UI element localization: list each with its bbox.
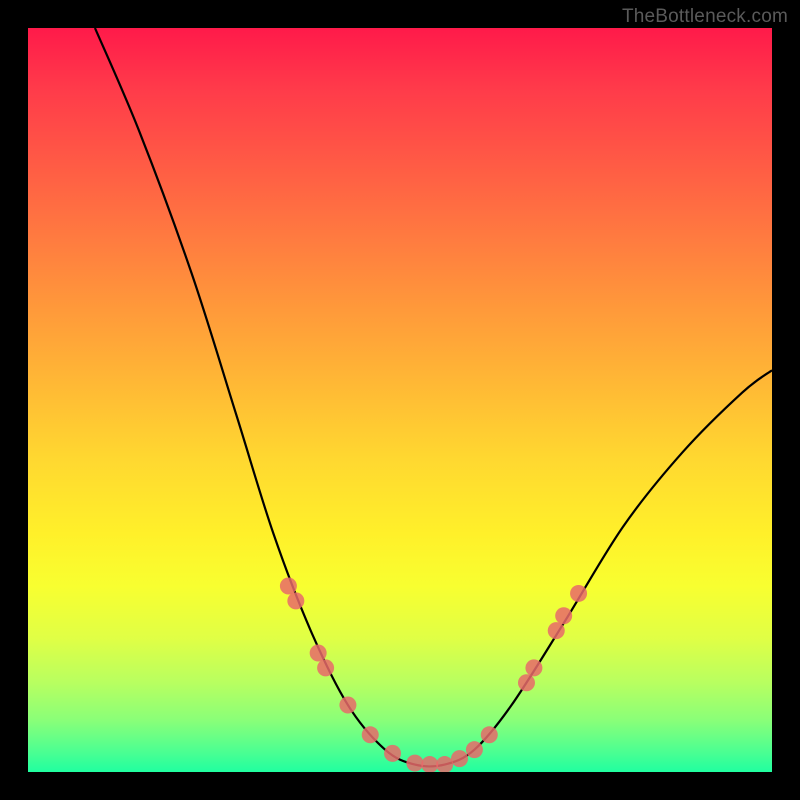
marker-dot — [481, 726, 498, 743]
curve-line — [95, 28, 772, 766]
highlight-markers — [280, 578, 587, 773]
watermark-text: TheBottleneck.com — [622, 6, 788, 28]
plot-gradient-area — [28, 28, 772, 772]
marker-dot — [525, 659, 542, 676]
marker-dot — [555, 607, 572, 624]
chart-container: TheBottleneck.com — [0, 0, 800, 800]
marker-dot — [570, 585, 587, 602]
marker-dot — [466, 741, 483, 758]
marker-dot — [436, 756, 453, 772]
marker-dot — [339, 697, 356, 714]
marker-dot — [310, 644, 327, 661]
curve-svg — [28, 28, 772, 772]
marker-dot — [451, 750, 468, 767]
marker-dot — [317, 659, 334, 676]
marker-dot — [421, 756, 438, 772]
marker-dot — [362, 726, 379, 743]
marker-dot — [548, 622, 565, 639]
marker-dot — [280, 578, 297, 595]
marker-dot — [384, 745, 401, 762]
marker-dot — [406, 755, 423, 772]
marker-dot — [287, 592, 304, 609]
bottleneck-curve — [95, 28, 772, 766]
marker-dot — [518, 674, 535, 691]
